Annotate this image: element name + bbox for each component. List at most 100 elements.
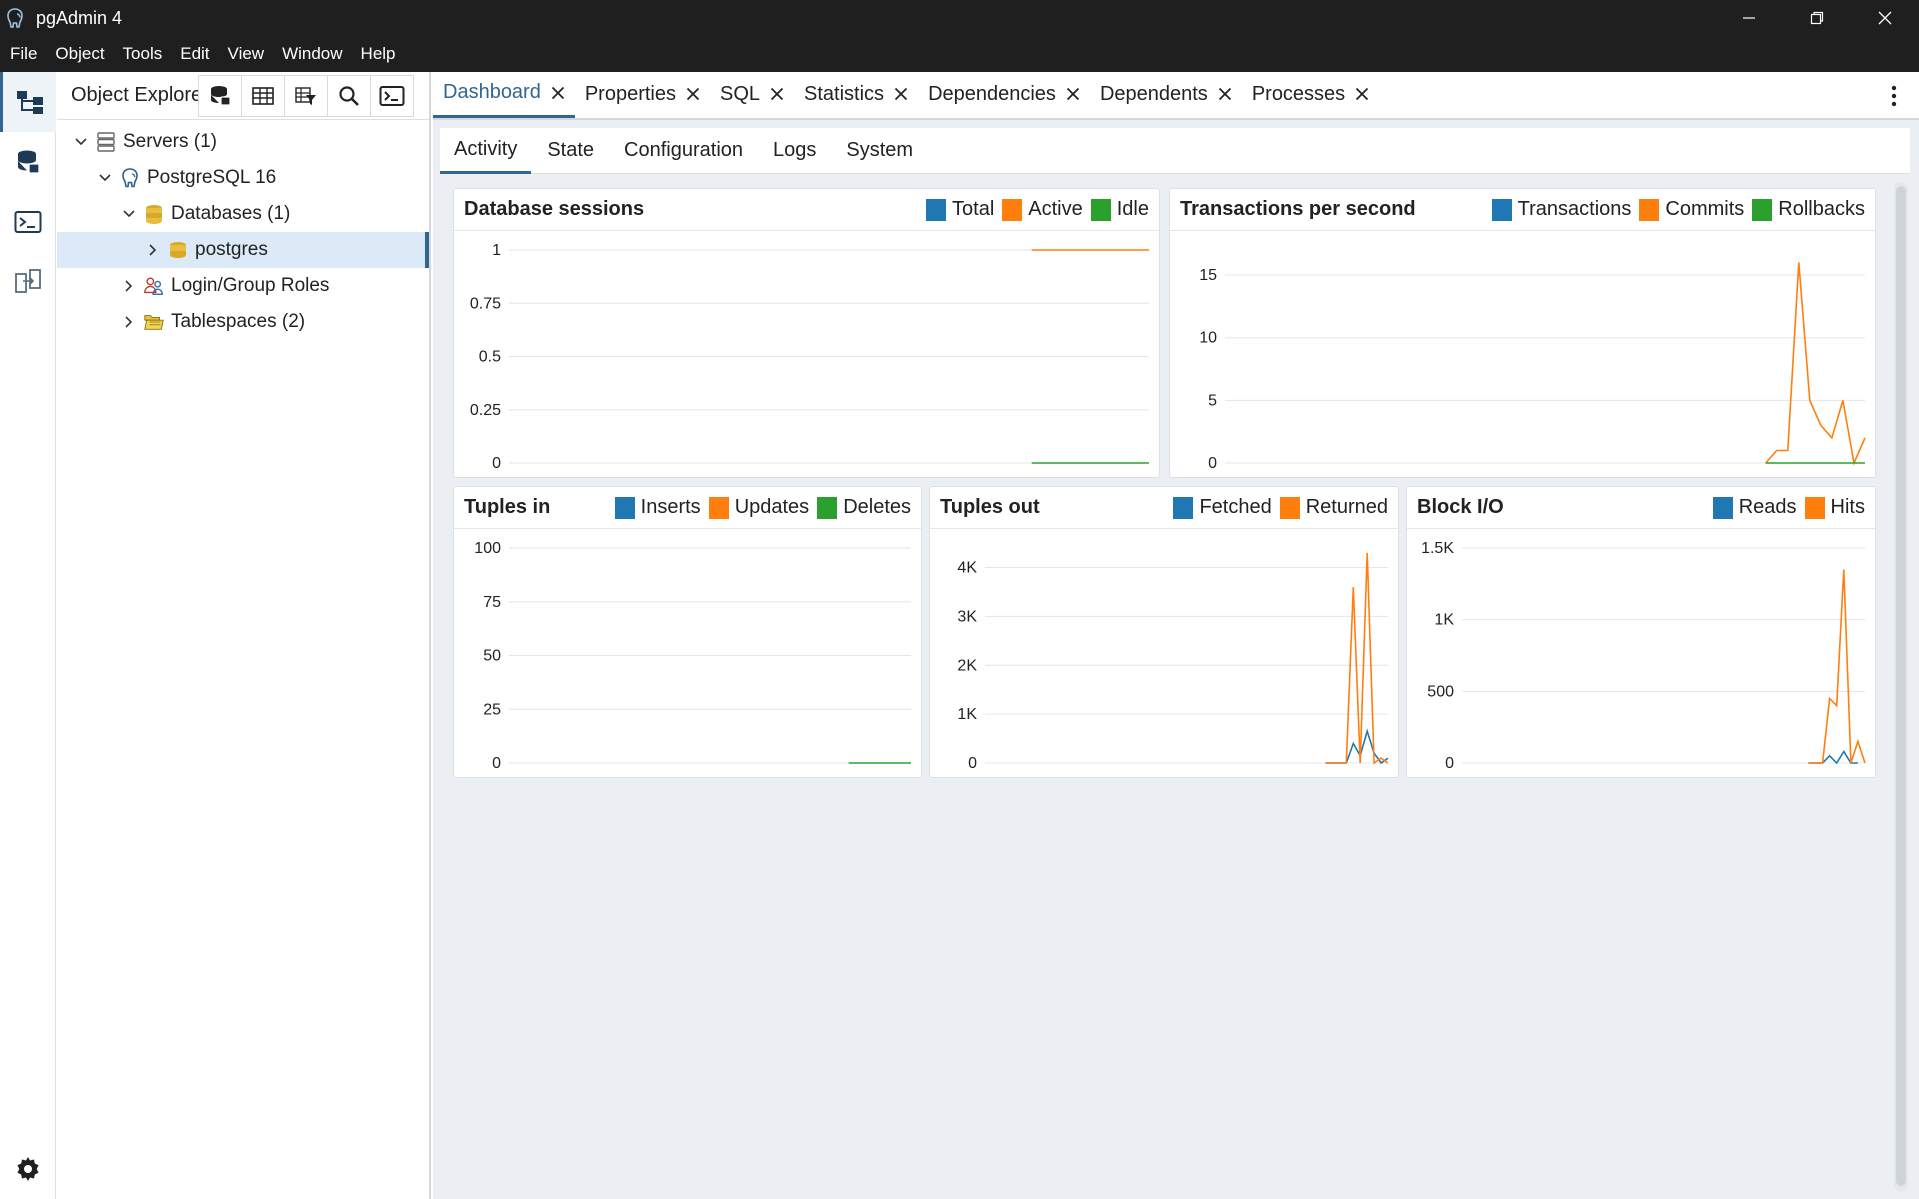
dashboard-subtab-bar: Activity State Configuration Logs System (440, 128, 1910, 174)
legend-item-commits[interactable]: Commits (1639, 198, 1744, 221)
y-tick-label: 10 (1199, 330, 1217, 347)
more-options-icon[interactable] (1889, 84, 1899, 108)
chart-card-block-io: Block I/O Reads Hits 0 500 1K 1.5K (1406, 486, 1876, 778)
close-icon[interactable] (1218, 87, 1232, 101)
scrollbar-thumb[interactable] (1896, 186, 1906, 1186)
close-icon[interactable] (1355, 87, 1369, 101)
legend-item-returned[interactable]: Returned (1279, 496, 1388, 519)
y-tick-label: 4K (957, 560, 977, 577)
filtered-rows-button[interactable] (284, 74, 328, 117)
tree-hierarchy-icon (16, 91, 43, 114)
legend-item-idle[interactable]: Idle (1090, 198, 1149, 221)
subtab-system[interactable]: System (832, 128, 927, 174)
tree-item-servers[interactable]: Servers (1) (57, 124, 429, 160)
tab-statistics[interactable]: Statistics (794, 70, 918, 118)
close-icon[interactable] (894, 87, 908, 101)
close-icon[interactable] (770, 87, 784, 101)
chevron-down-icon[interactable] (119, 204, 139, 224)
subtab-state[interactable]: State (533, 128, 608, 174)
minimize-button[interactable] (1715, 0, 1783, 36)
tab-label: Dashboard (443, 81, 541, 103)
legend-item-reads[interactable]: Reads (1712, 496, 1797, 519)
tab-label: Dependencies (928, 82, 1056, 105)
legend-item-inserts[interactable]: Inserts (614, 496, 701, 519)
tree-item-databases[interactable]: Databases (1) (57, 196, 429, 232)
legend-item-fetched[interactable]: Fetched (1173, 496, 1272, 519)
chevron-down-icon[interactable] (71, 132, 91, 152)
tree-item-count: (2) (281, 311, 306, 332)
y-tick-label: 0.25 (470, 402, 501, 419)
chart-legend: Total Active Idle (918, 198, 1149, 221)
tab-dependencies[interactable]: Dependencies (918, 70, 1090, 118)
tree-item-login-group-roles[interactable]: Login/Group Roles (57, 268, 429, 304)
tree-item-label: Servers (123, 131, 189, 152)
legend-item-updates[interactable]: Updates (708, 496, 809, 519)
psql-tool-rail-button[interactable] (0, 192, 56, 252)
schema-diff-rail-button[interactable] (0, 252, 56, 312)
tree-item-count: (1) (193, 131, 217, 152)
tree-item-postgresql-16[interactable]: PostgreSQL 16 (57, 160, 429, 196)
series-line-hits (1808, 569, 1866, 764)
legend-item-rollbacks[interactable]: Rollbacks (1752, 198, 1865, 221)
tab-dependents[interactable]: Dependents (1090, 70, 1242, 118)
menu-object[interactable]: Object (55, 44, 104, 64)
tab-label: Statistics (804, 82, 885, 105)
chevron-right-icon[interactable] (119, 276, 139, 296)
close-window-button[interactable] (1851, 0, 1919, 36)
chevron-right-icon[interactable] (119, 312, 139, 332)
object-explorer-rail-button[interactable] (0, 72, 56, 132)
y-tick-label: 0 (968, 755, 977, 772)
chart-title: Transactions per second (1180, 198, 1416, 220)
tab-label: SQL (720, 82, 761, 105)
chart-plot-tuples-in: 0 25 50 75 100 (474, 540, 911, 772)
tree-item-postgres[interactable]: postgres (57, 232, 429, 268)
search-objects-button[interactable] (327, 74, 371, 117)
chart-plot-block-io: 0 500 1K 1.5K (1421, 540, 1866, 772)
legend-item-transactions[interactable]: Transactions (1491, 198, 1631, 221)
close-icon[interactable] (1066, 87, 1080, 101)
tab-sql[interactable]: SQL (710, 70, 794, 118)
menu-edit[interactable]: Edit (180, 44, 209, 64)
legend-item-active[interactable]: Active (1002, 198, 1083, 221)
legend-item-hits[interactable]: Hits (1804, 496, 1865, 519)
tab-dashboard[interactable]: Dashboard (433, 70, 575, 118)
legend-item-total[interactable]: Total (926, 198, 994, 221)
menu-view[interactable]: View (228, 44, 265, 64)
menu-file[interactable]: File (10, 44, 37, 64)
content-scrollbar[interactable] (1894, 182, 1908, 1192)
close-icon[interactable] (686, 87, 700, 101)
query-tool-rail-button[interactable] (0, 132, 56, 192)
y-tick-label: 75 (483, 594, 501, 611)
tree-item-label: PostgreSQL 16 (147, 167, 277, 188)
close-icon[interactable] (551, 86, 565, 100)
database-query-icon (211, 85, 231, 106)
y-tick-label: 1K (957, 706, 977, 723)
view-data-button[interactable] (241, 74, 285, 117)
terminal-icon (14, 211, 42, 233)
subtab-logs[interactable]: Logs (759, 128, 830, 174)
settings-rail-button[interactable] (0, 1149, 56, 1189)
menu-tools[interactable]: Tools (123, 44, 163, 64)
dashboard-content: Activity State Configuration Logs System… (433, 120, 1919, 1199)
legend-item-deletes[interactable]: Deletes (817, 496, 911, 519)
chevron-right-icon[interactable] (143, 240, 163, 260)
tree-item-tablespaces[interactable]: Tablespaces (2) (57, 304, 429, 340)
object-explorer-panel: Object Explorer Servers (1) PostgreSQL 1… (57, 72, 431, 1199)
chart-plot-transactions-per-second: 0 5 10 15 (1199, 262, 1866, 472)
chart-card-database-sessions: Database sessions Total Active Idle 0 0.2… (453, 188, 1160, 478)
main-tab-bar: Dashboard Properties SQL Statistics Depe… (433, 72, 1919, 120)
restore-button[interactable] (1783, 0, 1851, 36)
tab-properties[interactable]: Properties (575, 70, 710, 118)
query-tool-button[interactable] (198, 74, 242, 117)
schema-diff-icon (15, 269, 41, 293)
subtab-configuration[interactable]: Configuration (610, 128, 757, 174)
psql-tool-button[interactable] (370, 74, 414, 117)
chevron-down-icon[interactable] (95, 168, 115, 188)
activity-rail (0, 72, 56, 1199)
menu-window[interactable]: Window (282, 44, 342, 64)
subtab-activity[interactable]: Activity (440, 128, 532, 174)
tree-item-label: Databases (171, 203, 262, 224)
menu-help[interactable]: Help (361, 44, 396, 64)
tab-processes[interactable]: Processes (1242, 70, 1379, 118)
series-line-commits (1765, 262, 1866, 466)
